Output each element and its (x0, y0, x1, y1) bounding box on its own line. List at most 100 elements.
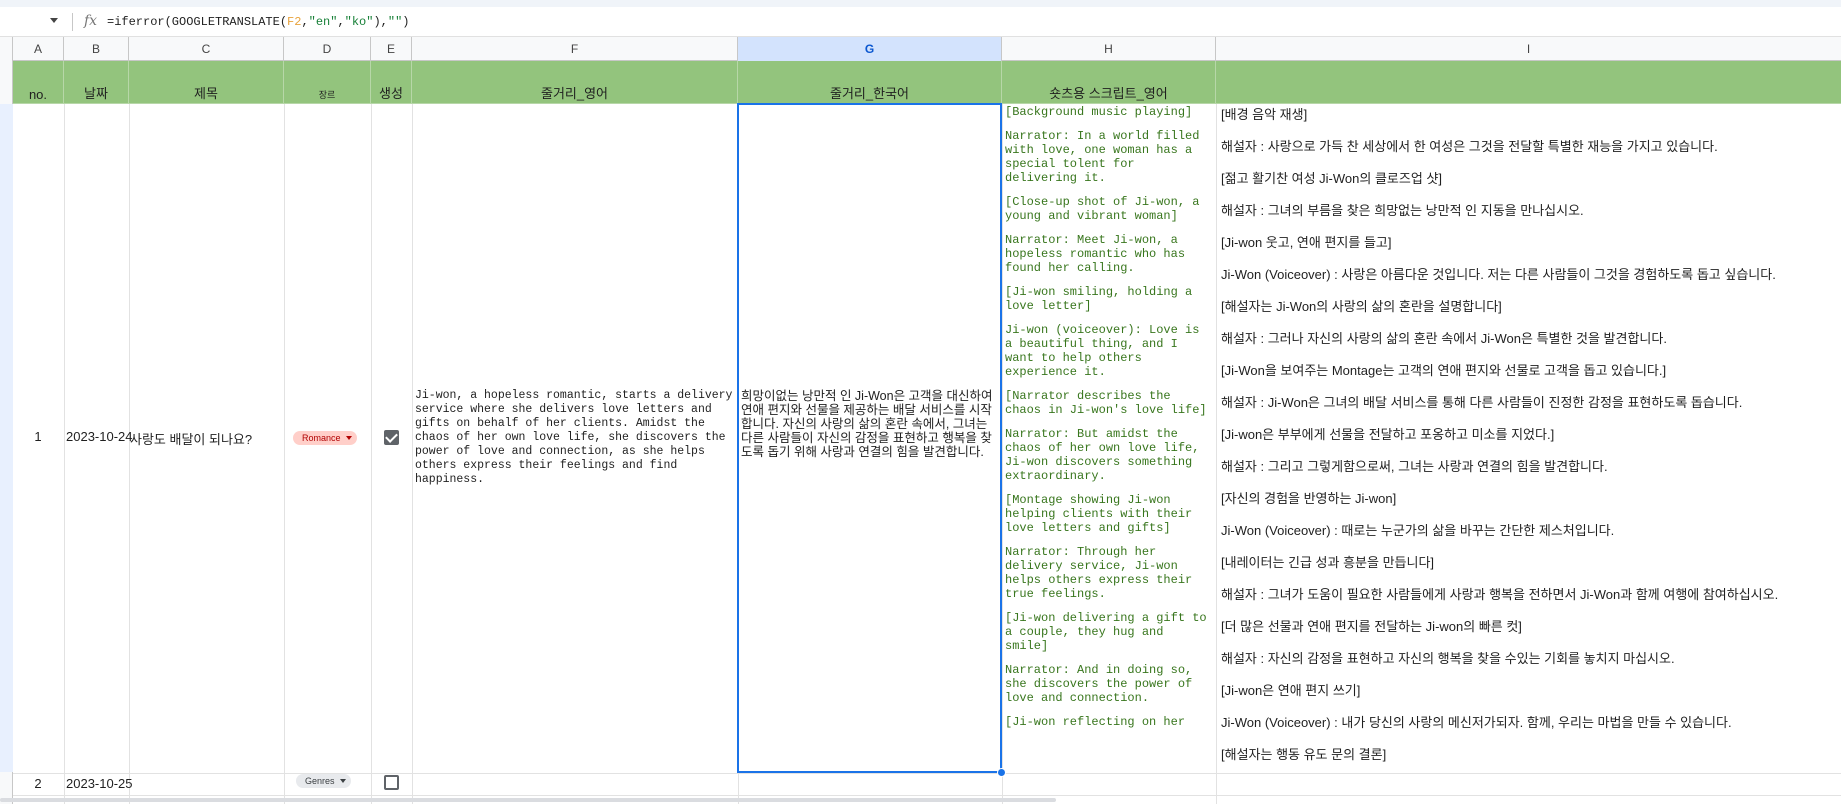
script-line: [Close-up shot of Ji-won, a young and vi… (1005, 195, 1207, 223)
translated-line: Ji-Won (Voiceover) : 내가 당신의 사랑의 메신저가되자. … (1221, 715, 1732, 730)
translated-line: 해설자 : 그녀가 도움이 필요한 사람들에게 사랑과 행복을 전하면서 Ji-… (1221, 587, 1779, 602)
header-cell-no[interactable]: no. (13, 61, 64, 104)
gridline (284, 104, 285, 804)
header-label-plot-en: 줄거리_영어 (540, 86, 609, 101)
gridline (13, 795, 1841, 796)
formula-bar-divider (72, 13, 73, 31)
translated-line: 해설자 : Ji-Won은 그녀의 배달 서비스를 통해 다른 사람들이 진정한… (1221, 395, 1743, 410)
header-cell-title[interactable]: 제목 (129, 61, 284, 104)
toolbar-strip (0, 0, 1841, 7)
row-1-shorts-en-cell[interactable]: [Background music playing] Narrator: In … (1003, 104, 1216, 774)
header-label-shorts-en: 숏츠용 스크립트_영어 (1049, 86, 1168, 101)
column-header-h[interactable]: H (1002, 37, 1216, 61)
row-1-plot-en-cell[interactable]: Ji-won, a hopeless romantic, starts a de… (415, 389, 735, 487)
formula-suffix: ) (402, 15, 410, 29)
column-header-d[interactable]: D (284, 37, 371, 61)
formula-cell-ref: F2 (287, 15, 302, 29)
translated-line: [자신의 경험을 반영하는 Ji-won] (1221, 491, 1397, 506)
script-line: [Ji-won smiling, holding a love letter] (1005, 285, 1200, 313)
translated-line: [해설자는 Ji-Won의 사랑의 삶의 혼란을 설명합니다] (1221, 299, 1502, 314)
header-cell-plot-ko[interactable]: 줄거리_한국어 (738, 61, 1002, 104)
row-2-no-cell[interactable]: 2 (13, 776, 63, 791)
translated-line: [Ji-won 웃고, 연애 편지를 들고] (1221, 235, 1392, 250)
row-1-no-cell[interactable]: 1 (13, 429, 63, 444)
translated-line: [Ji-Won을 보여주는 Montage는 고객의 연애 편지와 선물로 고객… (1221, 363, 1667, 378)
translated-line: [Ji-won은 부부에게 선물을 전달하고 포옹하고 미소를 지었다.] (1221, 427, 1555, 442)
row-1-title-cell[interactable]: 사랑도 배달이 되나요? (130, 429, 252, 448)
formula-mid: ), (373, 15, 388, 29)
translated-line: 해설자 : 사랑으로 가득 찬 세상에서 한 여성은 그것을 전달할 특별한 재… (1221, 139, 1718, 154)
translated-line: 해설자 : 그리고 그렇게함으로써, 그녀는 사랑과 연결의 힘을 발견합니다. (1221, 459, 1608, 474)
row-1-highlight (0, 104, 13, 772)
script-line: Narrator: In a world filled with love, o… (1005, 129, 1207, 185)
generate-checkbox[interactable] (384, 775, 399, 790)
column-header-bar: A B C D E F G H I (0, 37, 1841, 61)
translated-line: 해설자 : 그녀의 부름을 찾은 희망없는 낭만적 인 지동을 만나십시오. (1221, 203, 1584, 218)
formula-comma: , (337, 15, 345, 29)
header-cell-generate[interactable]: 생성 (371, 61, 412, 104)
script-line: Narrator: But amidst the chaos of her ow… (1005, 427, 1207, 483)
formula-target-lang: "ko" (344, 15, 374, 29)
script-line: [Background music playing] (1005, 105, 1193, 119)
translated-line: [배경 음악 재생] (1221, 107, 1308, 122)
header-label-genre: 장르 (318, 90, 336, 100)
header-label-no: no. (28, 87, 48, 102)
gridline (412, 104, 413, 804)
column-header-i[interactable]: I (1216, 37, 1841, 61)
script-line: [Montage showing Ji-won helping clients … (1005, 493, 1200, 535)
formula-input[interactable]: =iferror(GOOGLETRANSLATE(F2,"en","ko"),"… (107, 15, 409, 29)
header-label-date: 날짜 (84, 86, 108, 101)
select-all-corner[interactable] (0, 37, 13, 61)
header-label-plot-ko: 줄거리_한국어 (830, 86, 909, 101)
column-header-b[interactable]: B (64, 37, 129, 61)
header-cell-col-i[interactable] (1216, 61, 1841, 104)
name-box-dropdown-icon[interactable] (50, 18, 58, 23)
fx-icon: fx (84, 13, 98, 29)
column-header-e[interactable]: E (371, 37, 412, 61)
column-header-g[interactable]: G (738, 37, 1002, 61)
genre-chip[interactable]: Romance (293, 431, 357, 445)
header-cell-shorts-en[interactable]: 숏츠용 스크립트_영어 (1002, 61, 1216, 104)
formula-prefix: =iferror(GOOGLETRANSLATE( (107, 15, 288, 29)
gridline (64, 104, 65, 804)
row-2-date-cell[interactable]: 2023-10-25 (66, 776, 133, 791)
generate-checkbox[interactable] (384, 430, 399, 445)
script-line: Narrator: Through her delivery service, … (1005, 545, 1200, 601)
formula-comma: , (301, 15, 309, 29)
row-1-date-cell[interactable]: 2023-10-24 (66, 429, 133, 444)
gridline (371, 104, 372, 804)
translated-line: [Ji-won은 연애 편지 쓰기] (1221, 683, 1361, 698)
row-header-gutter (0, 61, 13, 804)
translated-line: [젊고 활기찬 여성 Ji-Won의 클로즈업 샷] (1221, 171, 1442, 186)
script-line: Narrator: Meet Ji-won, a hopeless romant… (1005, 233, 1193, 275)
chip-dropdown-icon (345, 436, 352, 440)
translated-line: [내레이터는 긴급 성과 흥분을 만듭니다] (1221, 555, 1435, 570)
header-label-generate: 생성 (379, 86, 403, 101)
script-line: Narrator: And in doing so, she discovers… (1005, 663, 1200, 705)
formula-bar: fx =iferror(GOOGLETRANSLATE(F2,"en","ko"… (0, 7, 1841, 37)
script-line: [Narrator describes the chaos in Ji-won'… (1005, 389, 1207, 417)
genre-chip[interactable]: Genres (296, 774, 351, 788)
translated-line: Ji-Won (Voiceover) : 때로는 누군가의 삶을 바꾸는 간단한… (1221, 523, 1615, 538)
translated-line: [해설자는 행동 유도 문의 결론] (1221, 747, 1387, 762)
row-1-col-i-cell[interactable]: [배경 음악 재생] 해설자 : 사랑으로 가득 찬 세상에서 한 여성은 그것… (1217, 104, 1841, 764)
column-header-c[interactable]: C (129, 37, 284, 61)
fill-handle[interactable] (997, 768, 1006, 777)
header-cell-plot-en[interactable]: 줄거리_영어 (412, 61, 738, 104)
script-line: [Ji-won delivering a gift to a couple, t… (1005, 611, 1214, 653)
header-cell-genre[interactable]: 장르 (284, 61, 371, 104)
header-label-title: 제목 (194, 86, 218, 101)
chip-dropdown-icon (339, 779, 346, 783)
horizontal-scrollbar[interactable] (0, 798, 1056, 802)
column-header-f[interactable]: F (412, 37, 738, 61)
translated-line: Ji-Won (Voiceover) : 사랑은 아름다운 것입니다. 저는 다… (1221, 267, 1776, 282)
translated-line: 해설자 : 그러나 자신의 사랑의 삶의 혼란 속에서 Ji-Won은 특별한 … (1221, 331, 1667, 346)
header-cell-date[interactable]: 날짜 (64, 61, 129, 104)
translated-line: 해설자 : 자신의 감정을 표현하고 자신의 행복을 찾을 수있는 기회를 놓치… (1221, 651, 1675, 666)
formula-fallback: "" (387, 15, 403, 29)
genre-chip-label: Genres (305, 776, 335, 786)
gridline (13, 773, 1841, 774)
column-header-a[interactable]: A (13, 37, 64, 61)
translated-line: [더 많은 선물과 연애 편지를 전달하는 Ji-won의 빠른 컷] (1221, 619, 1522, 634)
script-line: Ji-won (voiceover): Love is a beautiful … (1005, 323, 1207, 379)
